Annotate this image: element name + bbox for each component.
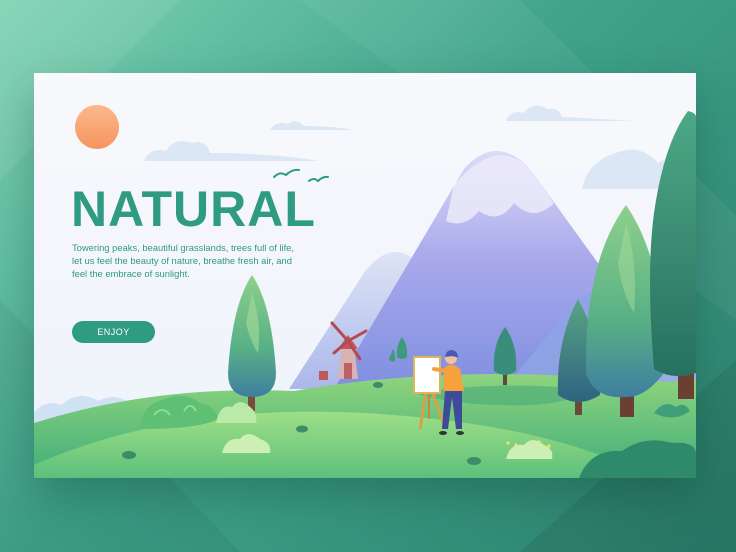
- enjoy-button[interactable]: ENJOY: [72, 321, 155, 343]
- sun-icon: [75, 105, 119, 149]
- hero-title: NATURAL: [71, 181, 316, 237]
- hero-card: NATURAL Towering peaks, beautiful grassl…: [34, 73, 696, 478]
- hero-description: Towering peaks, beautiful grasslands, tr…: [72, 242, 294, 279]
